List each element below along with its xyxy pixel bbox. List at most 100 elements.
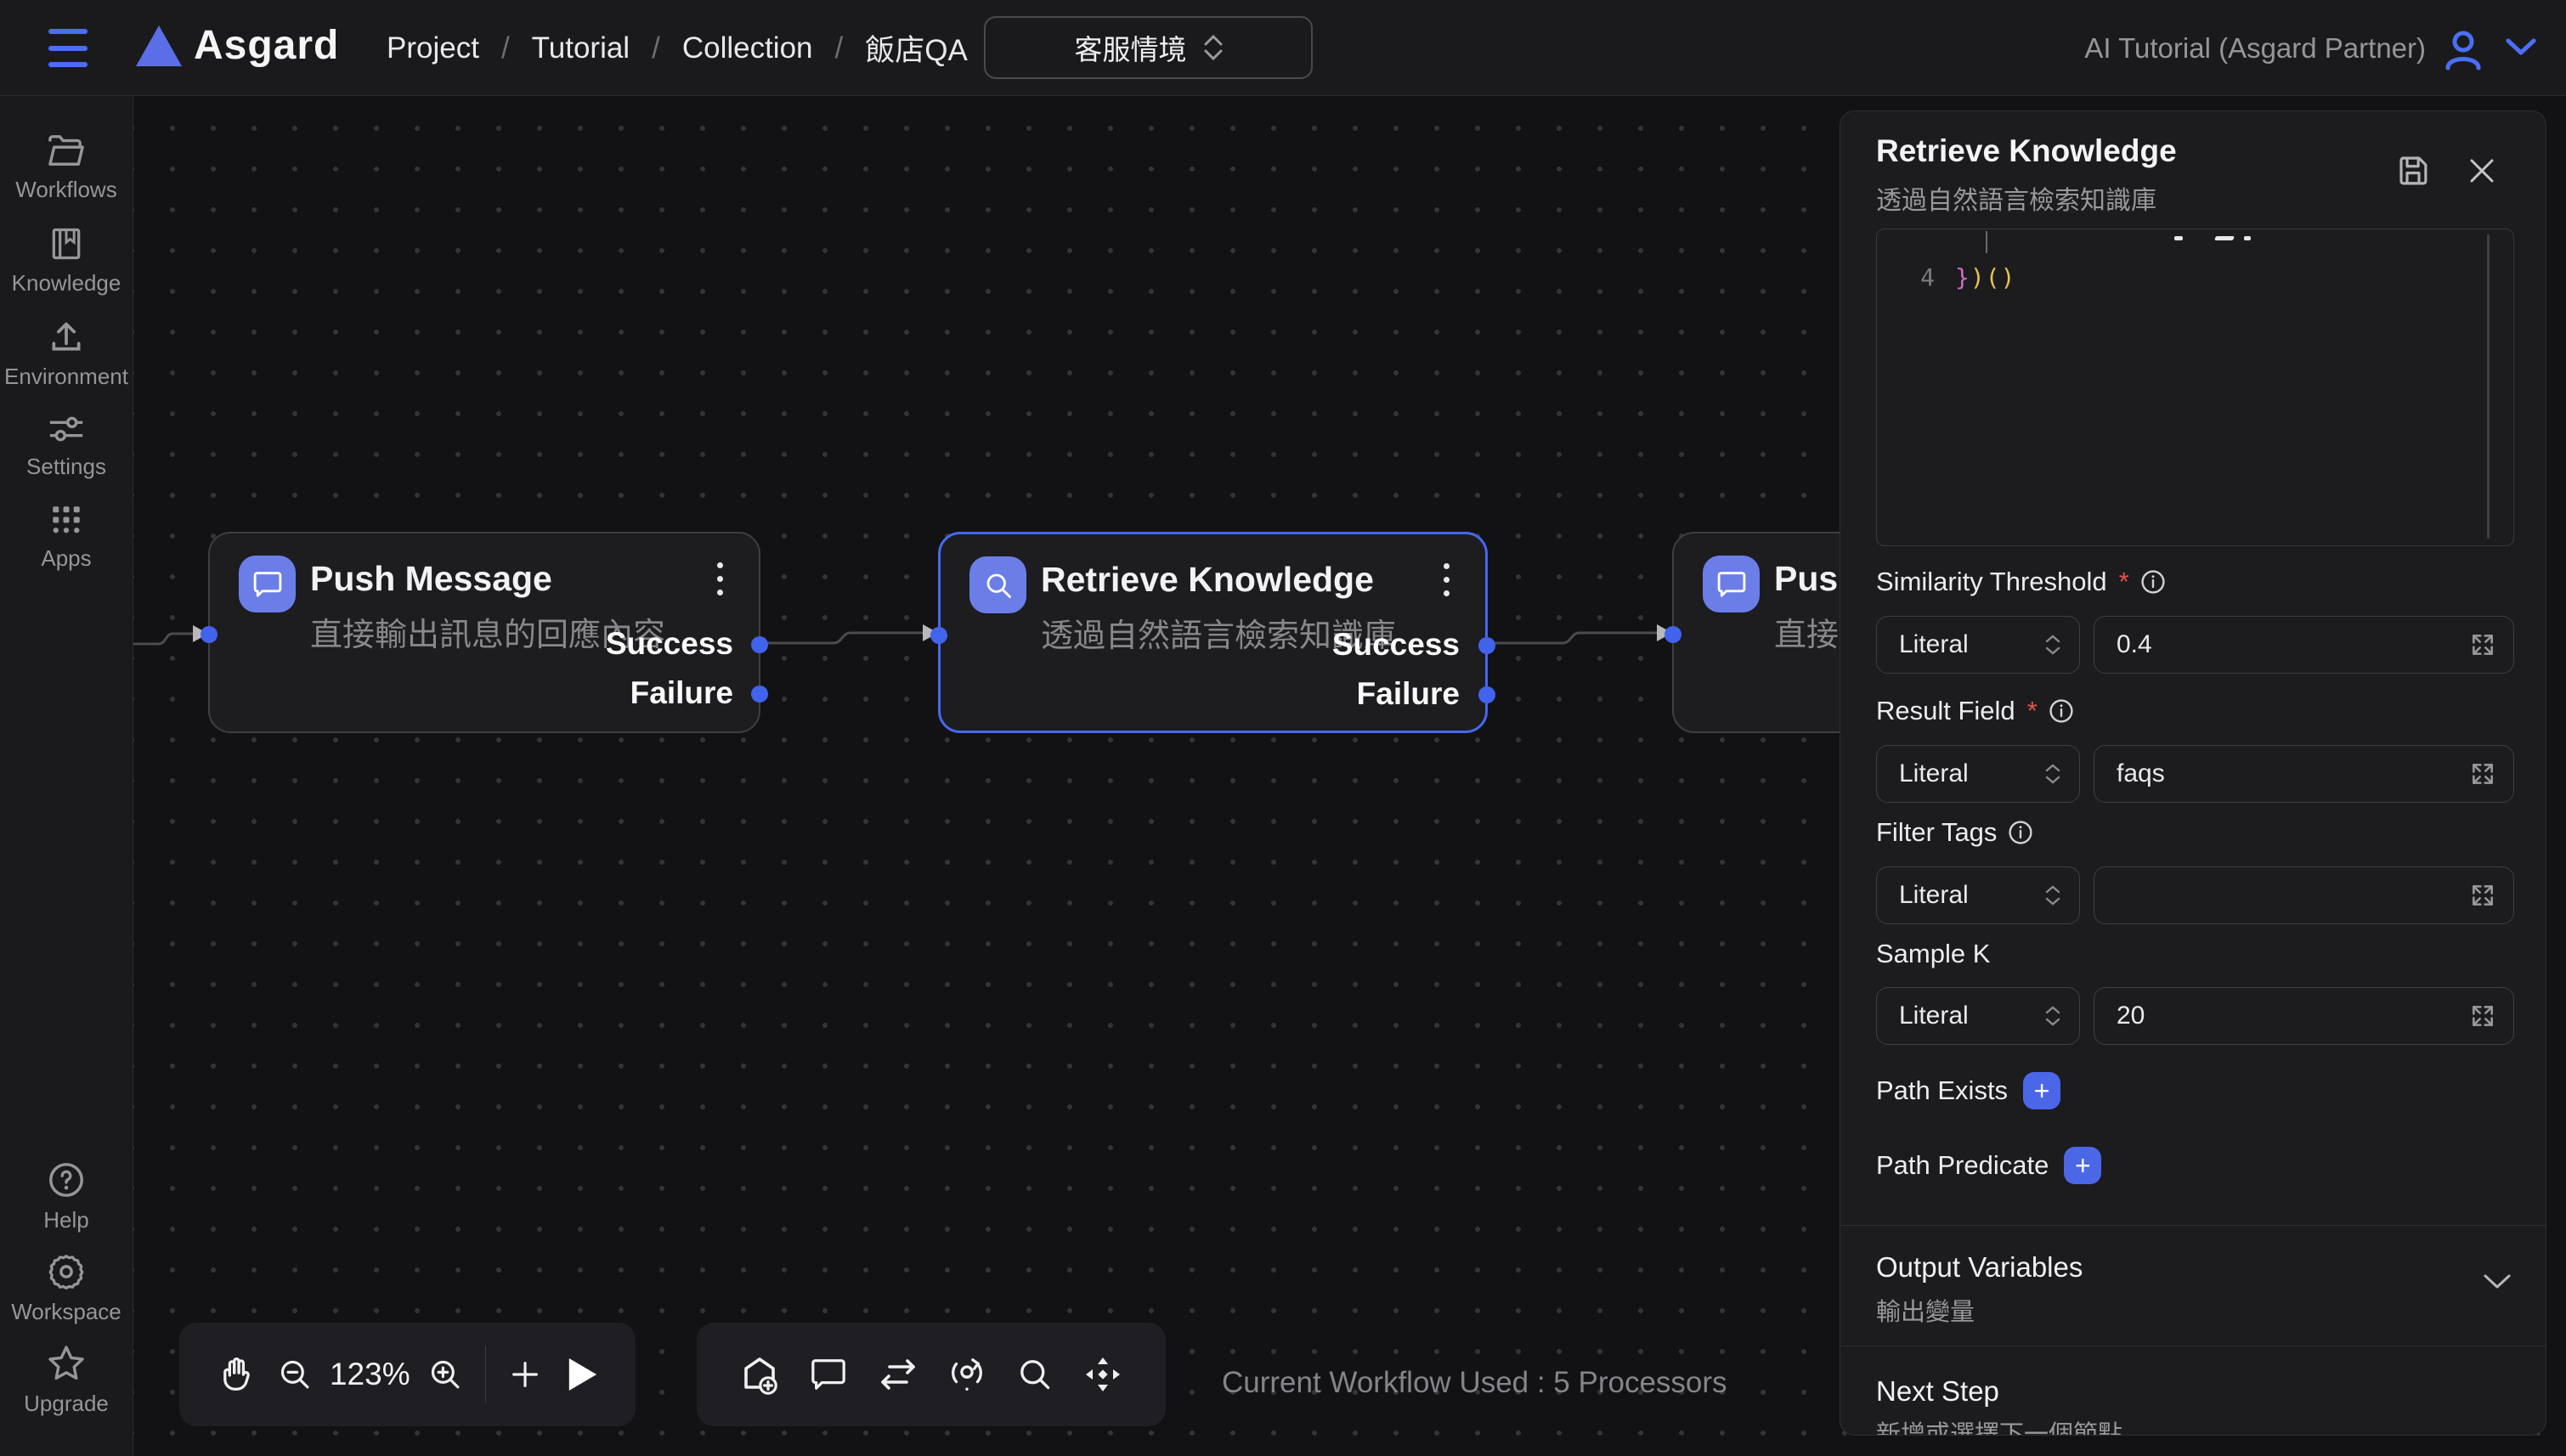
environment-select[interactable]: 客服情境 (984, 16, 1313, 79)
sidebar-item-workspace[interactable]: Workspace (0, 1252, 133, 1325)
close-icon[interactable] (2458, 147, 2506, 195)
sidebar-item-label: Apps (41, 545, 91, 572)
output-variables-chevron-down-icon[interactable] (2483, 1273, 2512, 1295)
failure-port[interactable] (1478, 686, 1495, 703)
input-port[interactable] (1665, 626, 1681, 643)
sidebar-item-help[interactable]: Help (0, 1160, 133, 1233)
panel-subtitle: 透過自然語言檢索知識庫 (1876, 179, 2156, 217)
run-play-icon[interactable] (566, 1357, 598, 1392)
panel-divider (1840, 1225, 2546, 1226)
node-menu-icon[interactable] (703, 559, 737, 598)
mode-select[interactable]: Literal (1876, 866, 2080, 924)
output-label-success: Success (606, 626, 733, 662)
expand-icon[interactable] (2469, 1002, 2496, 1030)
account-label: AI Tutorial (Asgard Partner) (2084, 0, 2426, 96)
sidebar-item-apps[interactable]: Apps (0, 502, 133, 572)
value-input-similarity-threshold[interactable]: 0.4 (2094, 616, 2514, 674)
code-editor[interactable]: 4 })() (1876, 229, 2514, 546)
sidebar-item-upgrade[interactable]: Upgrade (0, 1344, 133, 1417)
value-input-sample-k[interactable]: 20 (2094, 987, 2514, 1045)
brand-name: Asgard (194, 22, 339, 69)
expand-icon[interactable] (2469, 631, 2496, 658)
code-line-4: 4 })() (1877, 258, 2513, 296)
success-port[interactable] (1478, 637, 1495, 654)
gear-icon (47, 1252, 86, 1291)
info-icon[interactable] (2007, 819, 2034, 846)
field-row-similarity-threshold: Literal 0.4 (1876, 616, 2514, 674)
fit-view-icon[interactable] (1082, 1354, 1123, 1395)
sidebar-item-knowledge[interactable]: Knowledge (0, 225, 133, 296)
output-variables-title: Output Variables (1876, 1251, 2083, 1284)
add-node-icon[interactable] (739, 1353, 780, 1396)
path-predicate-row: Path Predicate + (1876, 1147, 2101, 1184)
add-path-predicate-button[interactable]: + (2064, 1147, 2101, 1184)
node-menu-icon[interactable] (1429, 560, 1463, 599)
mode-select[interactable]: Literal (1876, 987, 2080, 1045)
left-sidebar: Workflows Knowledge Environment Settings… (0, 96, 133, 1456)
sidebar-item-label: Knowledge (12, 270, 122, 296)
zoom-level[interactable]: 123% (330, 1357, 410, 1392)
top-navbar: Asgard Project / Tutorial / Collection /… (0, 0, 2566, 96)
node-retrieve-knowledge[interactable]: Retrieve Knowledge 透過自然語言檢索知識庫 Success F… (938, 532, 1488, 733)
zoom-toolbar: 123% (179, 1323, 636, 1426)
input-port[interactable] (201, 626, 218, 643)
field-row-result-field: Literal faqs (1876, 745, 2514, 803)
account-chevron-down-icon[interactable] (2506, 37, 2536, 60)
sidebar-item-settings[interactable]: Settings (0, 412, 133, 480)
sidebar-item-label: Workflows (15, 177, 116, 203)
output-variables-subtitle: 輸出變量 (1876, 1292, 1975, 1328)
input-port[interactable] (930, 627, 947, 644)
expand-icon[interactable] (2469, 882, 2496, 909)
environment-select-value: 客服情境 (1075, 27, 1187, 68)
field-label-filter-tags: Filter Tags (1876, 817, 2034, 848)
pan-hand-icon[interactable] (217, 1355, 256, 1394)
user-avatar-icon[interactable] (2441, 27, 2485, 76)
zoom-in-icon[interactable] (427, 1357, 463, 1392)
output-label-success: Success (1332, 627, 1460, 663)
info-icon[interactable] (2048, 697, 2075, 725)
save-icon[interactable] (2389, 147, 2437, 195)
expand-icon[interactable] (2469, 760, 2496, 787)
breadcrumb-item-current[interactable]: 飯店QA (865, 26, 968, 70)
zoom-out-icon[interactable] (277, 1357, 313, 1392)
panel-title: Retrieve Knowledge (1876, 133, 2177, 169)
success-port[interactable] (751, 636, 768, 653)
next-step-title: Next Step (1876, 1375, 1999, 1408)
sidebar-item-environment[interactable]: Environment (0, 319, 133, 390)
node-push-message[interactable]: Push Message 直接輸出訊息的回應內容 Success Failure (208, 532, 760, 733)
app-root: Asgard Project / Tutorial / Collection /… (0, 0, 2566, 1456)
swap-arrows-icon[interactable] (878, 1357, 918, 1392)
path-exists-row: Path Exists + (1876, 1072, 2060, 1109)
breadcrumb-item-tutorial[interactable]: Tutorial (532, 31, 630, 65)
sidebar-item-workflows[interactable]: Workflows (0, 133, 133, 203)
sidebar-footer-items: Help Workspace Upgrade (0, 1160, 133, 1456)
code-clipped-line (1986, 231, 1987, 253)
value-input-filter-tags[interactable] (2094, 866, 2514, 924)
add-icon[interactable] (508, 1357, 542, 1391)
value-input-result-field[interactable]: faqs (2094, 745, 2514, 803)
mode-select[interactable]: Literal (1876, 745, 2080, 803)
toolbar-divider (485, 1346, 486, 1403)
add-path-exists-button[interactable]: + (2023, 1072, 2060, 1109)
search-icon[interactable] (1016, 1356, 1054, 1393)
comment-icon[interactable] (809, 1356, 848, 1393)
chat-bubble-icon (239, 556, 296, 612)
star-icon (46, 1344, 87, 1383)
code-scrollbar[interactable] (2487, 234, 2490, 539)
folder-icon (47, 133, 86, 169)
info-icon[interactable] (2139, 568, 2167, 595)
mode-select[interactable]: Literal (1876, 616, 2080, 674)
sidebar-item-label: Environment (4, 364, 128, 390)
field-label-similarity-threshold: Similarity Threshold* (1876, 567, 2167, 597)
failure-port[interactable] (751, 686, 768, 703)
apps-grid-icon (48, 502, 84, 538)
hamburger-menu-icon[interactable] (48, 29, 88, 67)
auto-improve-icon[interactable] (947, 1354, 986, 1395)
field-row-filter-tags: Literal (1876, 866, 2514, 924)
select-updown-icon (1204, 35, 1223, 60)
breadcrumb-item-collection[interactable]: Collection (682, 31, 813, 65)
next-step-subtitle: 新增或選擇下一個節點 (1876, 1414, 2122, 1436)
sidebar-item-label: Settings (26, 454, 106, 480)
breadcrumb-item-project[interactable]: Project (387, 31, 479, 65)
search-icon (969, 556, 1026, 613)
